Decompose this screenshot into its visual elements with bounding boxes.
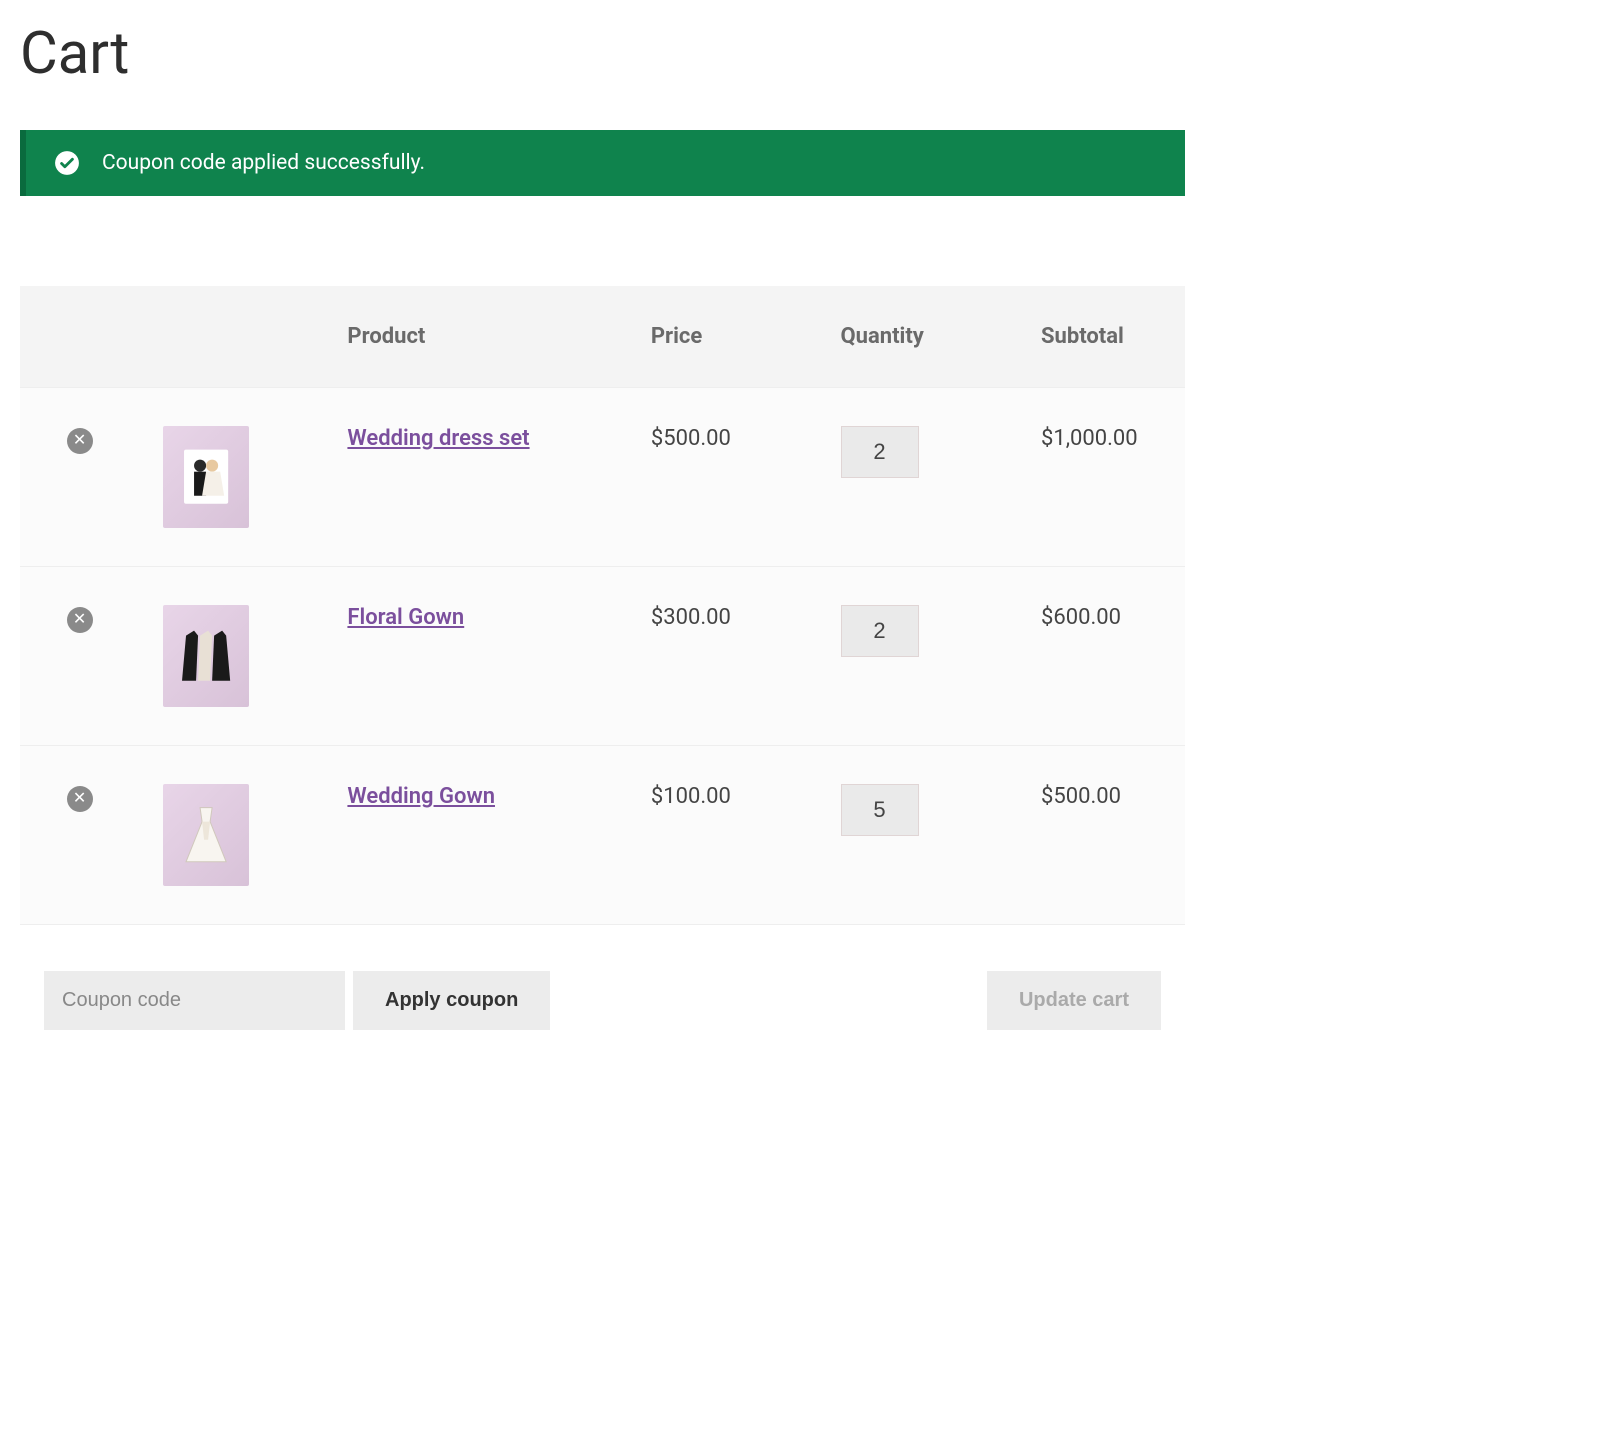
subtotal-cell: $1,000.00 — [1017, 388, 1185, 567]
close-icon: ✕ — [73, 791, 86, 807]
quantity-input[interactable] — [841, 784, 919, 836]
page-title: Cart — [20, 20, 1185, 88]
col-product-header: Product — [323, 286, 626, 388]
col-thumb-header — [139, 286, 323, 388]
subtotal-cell: $500.00 — [1017, 746, 1185, 925]
quantity-input[interactable] — [841, 605, 919, 657]
table-row: ✕ Floral Gown $300.00 — [20, 567, 1185, 746]
col-subtotal-header: Subtotal — [1017, 286, 1185, 388]
price-cell: $500.00 — [627, 388, 817, 567]
coupon-code-input[interactable] — [44, 971, 345, 1030]
price-cell: $100.00 — [627, 746, 817, 925]
col-quantity-header: Quantity — [817, 286, 1017, 388]
quantity-input[interactable] — [841, 426, 919, 478]
spacer — [558, 971, 979, 1030]
col-price-header: Price — [627, 286, 817, 388]
product-link[interactable]: Wedding dress set — [347, 426, 529, 451]
price-cell: $300.00 — [627, 567, 817, 746]
product-thumbnail[interactable] — [163, 426, 249, 528]
actions-row: Apply coupon Update cart — [20, 925, 1185, 1069]
col-remove-header — [20, 286, 139, 388]
cart-table: Product Price Quantity Subtotal ✕ — [20, 286, 1185, 1068]
remove-item-button[interactable]: ✕ — [67, 786, 93, 812]
table-row: ✕ Wedding Gown $100.00 — [20, 746, 1185, 925]
apply-coupon-button[interactable]: Apply coupon — [353, 971, 550, 1030]
product-thumbnail[interactable] — [163, 784, 249, 886]
close-icon: ✕ — [73, 433, 86, 449]
product-thumbnail[interactable] — [163, 605, 249, 707]
remove-item-button[interactable]: ✕ — [67, 607, 93, 633]
check-circle-icon — [54, 150, 80, 176]
update-cart-button[interactable]: Update cart — [987, 971, 1161, 1030]
close-icon: ✕ — [73, 612, 86, 628]
notice-message: Coupon code applied successfully. — [102, 151, 425, 175]
table-row: ✕ Wedding dress set — [20, 388, 1185, 567]
remove-item-button[interactable]: ✕ — [67, 428, 93, 454]
product-link[interactable]: Floral Gown — [347, 605, 464, 630]
subtotal-cell: $600.00 — [1017, 567, 1185, 746]
success-notice: Coupon code applied successfully. — [20, 130, 1185, 196]
product-link[interactable]: Wedding Gown — [347, 784, 495, 809]
